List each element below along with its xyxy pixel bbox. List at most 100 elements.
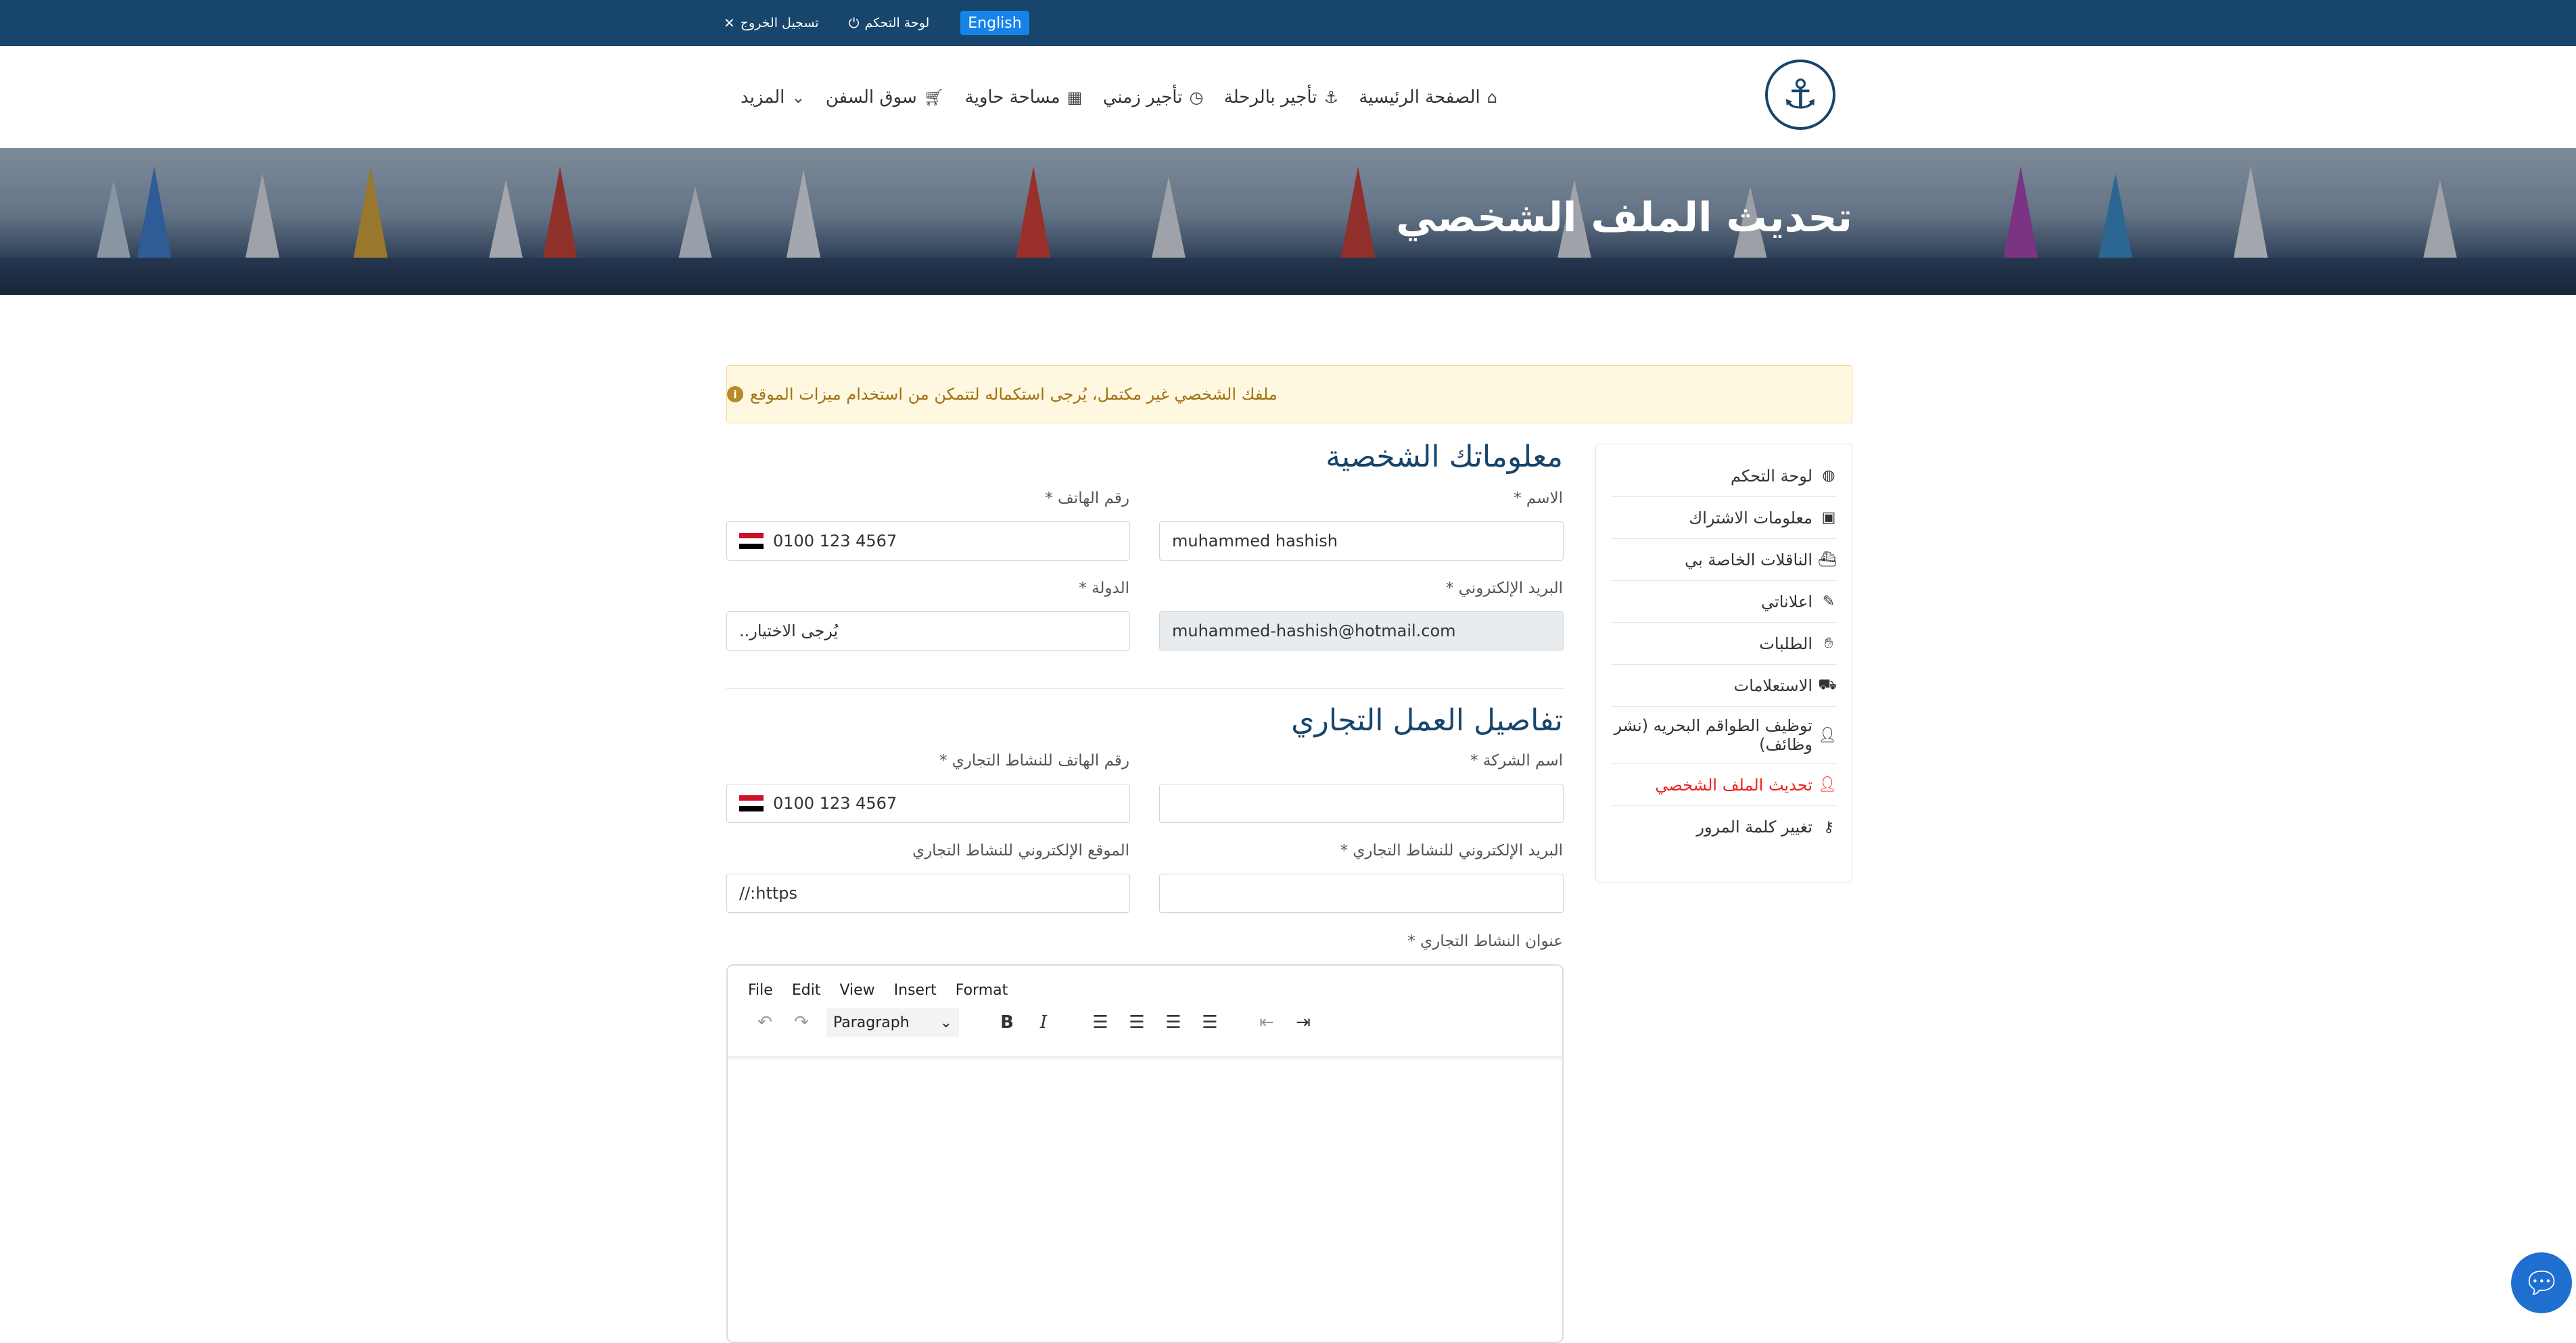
- sidebar-item-crew-jobs[interactable]: 👤︎ توظيف الطواقم البحريه (نشر وظائف): [1611, 707, 1837, 764]
- address-label: عنوان النشاط التجاري *: [1407, 933, 1563, 950]
- info-icon: i: [727, 386, 743, 402]
- sidebar-item-label: اعلاناتي: [1761, 592, 1812, 611]
- profile-incomplete-alert: i ملفك الشخصي غير مكتمل، يُرجى استكماله …: [726, 365, 1852, 423]
- nav-time-charter-label: تأجير زمني: [1102, 87, 1183, 108]
- phone-input[interactable]: 0100 123 4567: [726, 521, 1130, 561]
- dashboard-link[interactable]: ⏻ لوحة التحكم: [849, 15, 930, 31]
- logout-link[interactable]: ✕ تسجيل الخروج: [724, 15, 819, 31]
- sidebar-item-change-password[interactable]: ⚷ تغيير كلمة المرور: [1611, 806, 1837, 848]
- nav-trip-charter-label: تأجير بالرحلة: [1223, 87, 1317, 108]
- close-icon: ✕: [724, 15, 735, 31]
- gauge-icon: ◍: [1822, 467, 1835, 484]
- chat-icon: 💬︎: [2523, 1266, 2560, 1300]
- sidebar-item-inquiries[interactable]: ⛟ الاستعلامات: [1611, 665, 1837, 707]
- editor-menubar: File Edit View Insert Format: [748, 982, 1008, 999]
- container-icon: ▦: [1067, 88, 1083, 107]
- power-icon: ⏻: [848, 15, 860, 31]
- sidebar-item-label: لوحة التحكم: [1731, 466, 1812, 486]
- business-phone-label: رقم الهاتف للنشاط التجاري *: [939, 752, 1129, 770]
- menu-view[interactable]: View: [839, 982, 874, 999]
- menu-insert[interactable]: Insert: [894, 982, 937, 999]
- menu-format[interactable]: Format: [956, 982, 1008, 999]
- language-button[interactable]: English: [960, 11, 1029, 35]
- dashboard-label: لوحة التحكم: [864, 16, 930, 30]
- undo-icon[interactable]: ↶: [747, 1008, 783, 1037]
- email-input[interactable]: muhammed-hashish@hotmail.com: [1159, 611, 1564, 651]
- chat-widget-button[interactable]: 💬︎: [2511, 1252, 2572, 1313]
- sidebar-item-update-profile[interactable]: 👤︎ تحديث الملف الشخصي: [1611, 764, 1837, 806]
- sidebar-item-label: تحديث الملف الشخصي: [1655, 775, 1812, 795]
- name-value: muhammed hashish: [1172, 532, 1338, 550]
- sidebar-item-dashboard[interactable]: ◍ لوحة التحكم: [1611, 455, 1837, 497]
- align-left-icon[interactable]: ☰: [1082, 1008, 1119, 1037]
- top-bar: ✕ تسجيل الخروج ⏻ لوحة التحكم English: [0, 0, 2576, 46]
- nav-container-space-label: مساحة حاوية: [964, 87, 1060, 108]
- personal-info-title: معلوماتك الشخصية: [1326, 440, 1563, 474]
- nav-container-space[interactable]: مساحة حاوية ▦: [965, 87, 1083, 108]
- indent-icon[interactable]: ⇥: [1285, 1008, 1321, 1037]
- sidebar-item-label: تغيير كلمة المرور: [1696, 818, 1812, 837]
- nav-trip-charter[interactable]: تأجير بالرحلة ⚓: [1224, 87, 1338, 108]
- name-input[interactable]: muhammed hashish: [1159, 521, 1564, 561]
- email-label: البريد الإلكتروني *: [1445, 580, 1563, 597]
- business-details-title: تفاصيل العمل التجاري: [1291, 703, 1563, 738]
- redo-icon[interactable]: ↷: [783, 1008, 820, 1037]
- name-label: الاسم *: [1514, 490, 1563, 507]
- outdent-icon[interactable]: ⇤: [1248, 1008, 1285, 1037]
- sidebar-item-subscription[interactable]: ▣ معلومات الاشتراك: [1611, 497, 1837, 539]
- align-center-icon[interactable]: ☰: [1119, 1008, 1155, 1037]
- block-format-select[interactable]: Paragraph ⌄: [826, 1008, 959, 1037]
- hand-icon: ✋︎: [1824, 635, 1833, 652]
- address-rich-text-editor[interactable]: File Edit View Insert Format ↶ ↷ Paragra…: [726, 964, 1564, 1343]
- chevron-down-circle-icon: ⌄: [791, 88, 805, 107]
- business-email-label: البريد الإلكتروني للنشاط التجاري *: [1340, 842, 1563, 859]
- anchor-icon: ⚓: [1782, 71, 1819, 118]
- sidebar-item-my-vessels[interactable]: ⛴ الناقلات الخاصة بي: [1611, 539, 1837, 581]
- sidebar-item-my-ads[interactable]: ✎ اعلاناتي: [1611, 581, 1837, 623]
- menu-edit[interactable]: Edit: [792, 982, 821, 999]
- email-value: muhammed-hashish@hotmail.com: [1172, 621, 1456, 640]
- alert-message: ملفك الشخصي غير مكتمل، يُرجى استكماله لت…: [750, 385, 1278, 404]
- menu-file[interactable]: File: [748, 982, 773, 999]
- nav-more[interactable]: المزيد ⌄: [741, 87, 805, 108]
- hero-overlay: [0, 148, 2576, 295]
- align-justify-icon[interactable]: ☰: [1192, 1008, 1228, 1037]
- sidebar-item-label: توظيف الطواقم البحريه (نشر وظائف): [1614, 716, 1812, 754]
- nav-more-label: المزيد: [741, 87, 785, 108]
- home-icon: ⌂: [1486, 88, 1497, 107]
- company-input[interactable]: [1159, 784, 1564, 823]
- phone-label: رقم الهاتف *: [1045, 490, 1129, 507]
- nav-home-label: الصفحة الرئيسية: [1359, 87, 1480, 108]
- company-label: اسم الشركة *: [1470, 752, 1563, 770]
- account-sidebar: ◍ لوحة التحكم ▣ معلومات الاشتراك ⛴ الناق…: [1595, 444, 1852, 882]
- site-logo[interactable]: ⚓: [1765, 60, 1835, 130]
- italic-icon[interactable]: I: [1025, 1008, 1062, 1037]
- bold-icon[interactable]: B: [989, 1008, 1025, 1037]
- nav-ship-market[interactable]: سوق السفن 🛒︎: [826, 87, 944, 108]
- sidebar-item-label: معلومات الاشتراك: [1689, 508, 1812, 527]
- phone-value: 0100 123 4567: [773, 532, 897, 550]
- country-flag-selector[interactable]: [739, 795, 773, 811]
- nav-home[interactable]: الصفحة الرئيسية ⌂: [1359, 87, 1497, 108]
- sidebar-item-requests[interactable]: ✋︎ الطلبات: [1611, 623, 1837, 665]
- business-email-input[interactable]: [1159, 874, 1564, 913]
- sidebar-item-label: الناقلات الخاصة بي: [1685, 550, 1812, 569]
- website-input[interactable]: https://: [726, 874, 1130, 913]
- sidebar-item-label: الاستعلامات: [1733, 676, 1812, 695]
- business-phone-value: 0100 123 4567: [773, 794, 897, 813]
- country-label: الدولة *: [1079, 580, 1129, 597]
- country-flag-selector[interactable]: [739, 533, 773, 549]
- hero-banner: تحديث الملف الشخصي: [0, 148, 2576, 295]
- block-format-value: Paragraph: [833, 1014, 910, 1031]
- country-select[interactable]: يُرجى الاختيار..: [726, 611, 1130, 651]
- main-nav: الصفحة الرئيسية ⌂ تأجير بالرحلة ⚓ تأجير …: [741, 84, 1497, 111]
- sidebar-item-label: الطلبات: [1759, 634, 1812, 653]
- nav-time-charter[interactable]: تأجير زمني ◷: [1103, 87, 1204, 108]
- business-phone-input[interactable]: 0100 123 4567: [726, 784, 1130, 823]
- top-bar-links: ✕ تسجيل الخروج ⏻ لوحة التحكم: [724, 0, 929, 46]
- megaphone-icon: ✎: [1822, 593, 1835, 610]
- align-right-icon[interactable]: ☰: [1155, 1008, 1192, 1037]
- editor-divider: [728, 1056, 1562, 1060]
- website-value: https://: [739, 884, 798, 903]
- website-label: الموقع الإلكتروني للنشاط التجاري: [912, 842, 1129, 859]
